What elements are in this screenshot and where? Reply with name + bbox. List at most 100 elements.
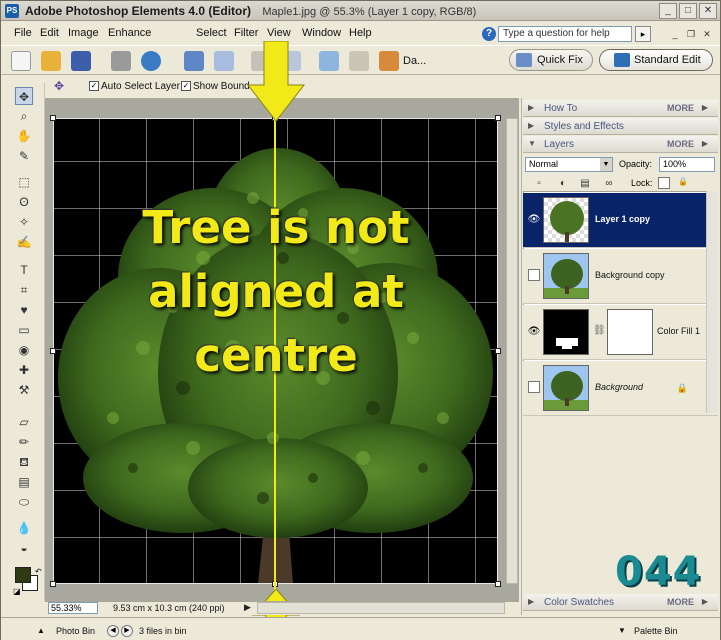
maximize-button[interactable]: □	[679, 3, 697, 19]
menu-edit[interactable]: Edit	[40, 27, 59, 39]
doc-restore-icon[interactable]: ❐	[685, 28, 697, 40]
transform-handle[interactable]	[495, 581, 501, 587]
transform-handle[interactable]	[495, 115, 501, 121]
type-tool-icon[interactable]: T	[15, 261, 33, 279]
red-eye-tool-icon[interactable]: ◉	[15, 341, 33, 359]
adjustment-layer-icon[interactable]: ◐	[557, 178, 569, 190]
marquee-tool-icon[interactable]: ⬚	[15, 173, 33, 191]
date-view-icon[interactable]	[379, 51, 399, 71]
styles-effects-palette-header[interactable]: ▶ Styles and Effects	[523, 118, 718, 135]
menu-view[interactable]: View	[267, 27, 291, 39]
blur-tool-icon[interactable]: 💧	[15, 519, 33, 537]
link-icon: ⛓	[593, 325, 606, 336]
photo-bin-toggle-icon[interactable]: ▲	[37, 626, 45, 635]
horizontal-scrollbar[interactable]	[257, 602, 505, 614]
quick-fix-button[interactable]: Quick Fix	[509, 49, 593, 71]
chevron-down-icon[interactable]: ▼	[600, 158, 612, 171]
layers-palette-header[interactable]: ▼ Layers MORE ▶	[523, 136, 718, 153]
lock-icon[interactable]: 🔒	[677, 177, 689, 189]
link-layers-icon[interactable]: ∞	[603, 178, 615, 190]
doc-minimize-icon[interactable]: _	[669, 28, 681, 40]
paint-bucket-tool-icon[interactable]: ⛾	[15, 453, 33, 471]
layers-scrollbar[interactable]	[706, 191, 718, 413]
help-go-icon[interactable]: ▸	[635, 26, 651, 42]
menu-window[interactable]: Window	[302, 27, 341, 39]
layer-row[interactable]: 👁 Layer 1 copy	[523, 193, 718, 248]
next-icon[interactable]: ▶	[121, 625, 133, 637]
crop-tool-icon[interactable]: ⌗	[15, 281, 33, 299]
new-file-icon[interactable]	[11, 51, 31, 71]
online-services-icon[interactable]	[141, 51, 161, 71]
more-button[interactable]: MORE	[667, 103, 694, 113]
status-menu-arrow-icon[interactable]: ▶	[244, 602, 251, 613]
lock-transparency-checkbox[interactable]	[658, 177, 670, 189]
save-icon[interactable]	[71, 51, 91, 71]
magic-wand-tool-icon[interactable]: ✧	[15, 213, 33, 231]
date-view-label[interactable]: Da...	[403, 55, 426, 67]
more-button[interactable]: MORE	[667, 139, 694, 149]
layer-mask-thumbnail	[607, 309, 653, 355]
undo-icon[interactable]	[184, 51, 204, 71]
transform-handle[interactable]	[50, 115, 56, 121]
selection-brush-tool-icon[interactable]: ✍	[15, 233, 33, 251]
sponge-tool-icon[interactable]: ◒	[15, 539, 33, 557]
show-bounding-box-checkbox[interactable]: ✓	[181, 81, 191, 91]
brush-tool-icon[interactable]: ✏	[15, 433, 33, 451]
lasso-tool-icon[interactable]: ʘ	[15, 193, 33, 211]
clone-stamp-tool-icon[interactable]: ⚒	[15, 381, 33, 399]
color-swatches-palette-header[interactable]: ▶ Color Swatches MORE ▶	[523, 594, 718, 611]
swap-colors-icon[interactable]: ↶	[35, 567, 42, 576]
transform-handle[interactable]	[50, 348, 56, 354]
transform-handle[interactable]	[495, 348, 501, 354]
auto-select-layer-checkbox[interactable]: ✓	[89, 81, 99, 91]
menu-filter[interactable]: Filter	[234, 27, 258, 39]
print-icon[interactable]	[111, 51, 131, 71]
menu-help[interactable]: Help	[349, 27, 372, 39]
palette-bin-toggle-icon[interactable]: ▼	[618, 626, 626, 635]
close-button[interactable]: ✕	[699, 3, 717, 19]
shape-tool-icon[interactable]: ⬭	[15, 493, 33, 511]
rotate-icon[interactable]	[319, 51, 339, 71]
layer-name: Background	[595, 382, 644, 392]
help-search-input[interactable]: Type a question for help	[498, 26, 632, 42]
palette-bin-button[interactable]: Palette Bin	[634, 626, 678, 636]
hand-tool-icon[interactable]: ✋	[15, 127, 33, 145]
delete-layer-icon[interactable]: ▤	[579, 178, 591, 190]
cookie-cutter-tool-icon[interactable]: ♥	[15, 301, 33, 319]
previous-icon[interactable]: ◀	[107, 625, 119, 637]
eyedropper-tool-icon[interactable]: ✎	[15, 147, 33, 165]
opacity-field[interactable]: 100%	[659, 157, 715, 172]
more-button[interactable]: MORE	[667, 597, 694, 607]
doc-close-icon[interactable]: ✕	[701, 28, 713, 40]
eye-icon[interactable]: 👁	[527, 213, 541, 227]
visibility-toggle[interactable]	[528, 269, 540, 281]
minimize-button[interactable]: _	[659, 3, 677, 19]
straighten-tool-icon[interactable]: ▭	[15, 321, 33, 339]
how-to-palette-header[interactable]: ▶ How To MORE ▶	[523, 100, 718, 117]
open-folder-icon[interactable]	[41, 51, 61, 71]
eye-icon[interactable]: 👁	[527, 325, 541, 339]
menu-enhance[interactable]: Enhance	[108, 27, 151, 39]
photo-bin-button[interactable]: Photo Bin	[56, 626, 95, 636]
vertical-scrollbar[interactable]	[506, 118, 518, 584]
healing-brush-tool-icon[interactable]: ✚	[15, 361, 33, 379]
gradient-tool-icon[interactable]: ▤	[15, 473, 33, 491]
foreground-color-swatch[interactable]	[15, 567, 31, 583]
default-colors-icon[interactable]: ◪	[13, 587, 21, 596]
layer-row[interactable]: 👁 ⛓ Color Fill 1	[523, 305, 718, 360]
new-layer-icon[interactable]: ▫	[533, 178, 545, 190]
layer-row[interactable]: Background copy	[523, 249, 718, 304]
move-tool-icon[interactable]: ✥	[15, 87, 33, 105]
transform-handle[interactable]	[50, 581, 56, 587]
menu-file[interactable]: File	[14, 27, 32, 39]
zoom-level-field[interactable]: 55.33%	[48, 602, 98, 614]
visibility-toggle[interactable]	[528, 381, 540, 393]
calendar-icon[interactable]	[349, 51, 369, 71]
layer-row[interactable]: Background 🔒	[523, 361, 718, 416]
standard-edit-button[interactable]: Standard Edit	[599, 49, 713, 71]
eraser-tool-icon[interactable]: ▱	[15, 413, 33, 431]
redo-icon[interactable]	[214, 51, 234, 71]
menu-image[interactable]: Image	[68, 27, 99, 39]
zoom-tool-icon[interactable]: ⌕	[15, 107, 33, 125]
menu-select[interactable]: Select	[196, 27, 227, 39]
